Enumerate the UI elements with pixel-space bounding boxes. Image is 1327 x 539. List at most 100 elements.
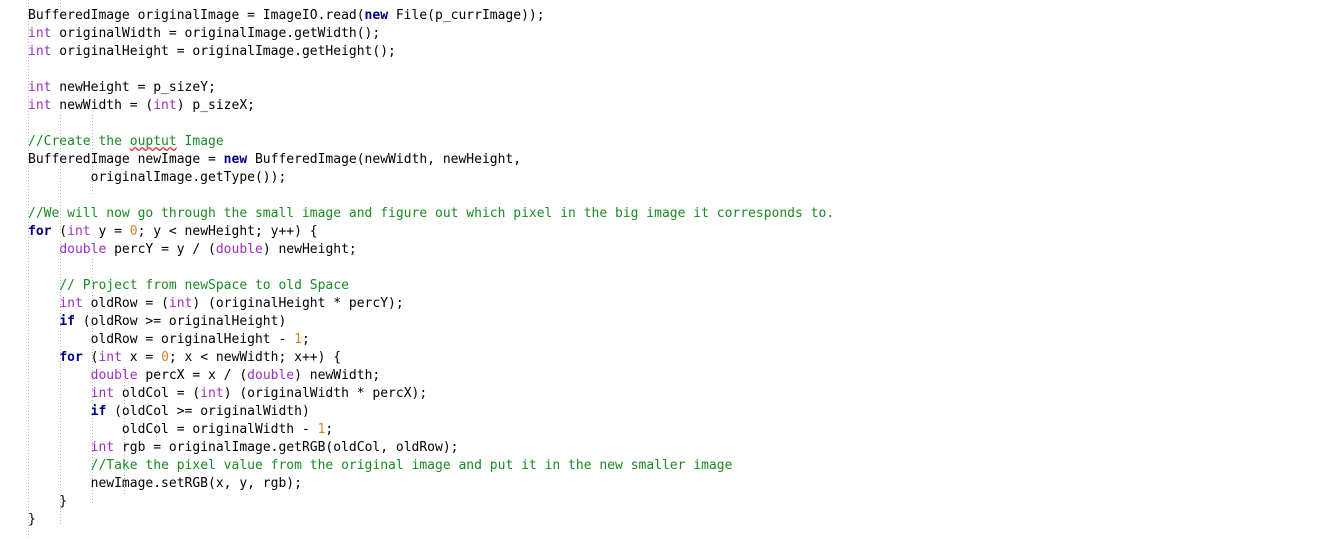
code-line[interactable]: newImage.setRGB(x, y, rgb); xyxy=(28,475,1327,493)
code-line[interactable]: int newHeight = p_sizeY; xyxy=(28,79,1327,97)
code-token-plain: BufferedImage newImage = xyxy=(28,152,224,167)
code-line[interactable]: if (oldRow >= originalHeight) xyxy=(28,313,1327,331)
code-token-type: int xyxy=(90,440,115,455)
code-token-number: 1 xyxy=(294,332,302,347)
code-token-plain: BufferedImage originalImage = ImageIO.re… xyxy=(28,8,365,23)
code-token-plain: } xyxy=(28,494,68,509)
code-line[interactable]: int originalWidth = originalImage.getWid… xyxy=(28,25,1327,43)
code-token-comment: //Take the pixel value from the original… xyxy=(90,458,733,473)
code-token-plain: newImage.setRGB(x, y, rgb); xyxy=(28,476,302,491)
code-token-type: double xyxy=(247,368,295,383)
code-token-number: 0 xyxy=(129,224,138,239)
code-line[interactable]: int originalHeight = originalImage.getHe… xyxy=(28,43,1327,61)
code-token-plain: oldRow = ( xyxy=(82,296,169,311)
code-token-plain: oldRow = originalHeight - xyxy=(28,332,295,347)
code-token-plain: ) (originalWidth * percX); xyxy=(223,386,428,401)
code-token-plain: newHeight = p_sizeY; xyxy=(51,80,216,95)
code-token-comment: Image xyxy=(176,134,224,149)
code-token-plain: ( xyxy=(51,224,68,239)
code-line[interactable]: BufferedImage originalImage = ImageIO.re… xyxy=(28,7,1327,25)
code-token-plain: ) (originalHeight * percY); xyxy=(192,296,404,311)
code-token-plain: ; xyxy=(325,422,334,437)
code-token-type: int xyxy=(98,350,122,365)
code-token-type: int xyxy=(168,296,193,311)
code-line[interactable]: //Create the ouptut Image xyxy=(28,133,1327,151)
code-token-plain: (oldCol >= originalWidth) xyxy=(106,404,310,419)
code-token-plain: newWidth = ( xyxy=(51,98,154,113)
code-token-plain: percX = x / ( xyxy=(137,368,248,383)
code-token-plain: originalHeight = originalImage.getHeight… xyxy=(51,44,396,59)
code-token-keyword: if xyxy=(59,314,75,329)
code-line[interactable]: } xyxy=(28,493,1327,511)
code-line[interactable]: for (int y = 0; y < newHeight; y++) { xyxy=(28,223,1327,241)
code-token-type: int xyxy=(153,98,177,113)
code-token-plain: originalWidth = originalImage.getWidth()… xyxy=(51,26,381,41)
code-token-type: int xyxy=(200,386,224,401)
code-line[interactable]: originalImage.getType()); xyxy=(28,169,1327,187)
code-line[interactable]: int oldCol = (int) (originalWidth * perc… xyxy=(28,385,1327,403)
code-token-type: int xyxy=(28,26,52,41)
code-line[interactable] xyxy=(28,61,1327,79)
code-token-comment: // Project from newSpace to old Space xyxy=(59,278,349,293)
code-line[interactable]: oldCol = originalWidth - 1; xyxy=(28,421,1327,439)
code-line[interactable]: int newWidth = (int) p_sizeX; xyxy=(28,97,1327,115)
code-line[interactable]: //Take the pixel value from the original… xyxy=(28,457,1327,475)
code-line[interactable] xyxy=(28,259,1327,277)
code-token-plain: BufferedImage(newWidth, newHeight, xyxy=(247,152,522,167)
code-line[interactable] xyxy=(28,115,1327,133)
code-line[interactable]: int rgb = originalImage.getRGB(oldCol, o… xyxy=(28,439,1327,457)
code-token-keyword: for xyxy=(59,350,83,365)
code-token-type: double xyxy=(59,242,107,257)
code-token-type: int xyxy=(67,224,91,239)
code-token-plain: (oldRow >= originalHeight) xyxy=(74,314,287,329)
code-line[interactable]: double percX = x / (double) newWidth; xyxy=(28,367,1327,385)
code-token-plain: ; x < newWidth; x++) { xyxy=(168,350,342,365)
code-token-plain: rgb = originalImage.getRGB(oldCol, oldRo… xyxy=(114,440,459,455)
code-token-type: double xyxy=(215,242,263,257)
code-line[interactable]: } xyxy=(28,511,1327,529)
code-token-plain: } xyxy=(28,512,36,527)
code-line[interactable]: for (int x = 0; x < newWidth; x++) { xyxy=(28,349,1327,367)
code-line[interactable]: oldRow = originalHeight - 1; xyxy=(28,331,1327,349)
code-token-plain: oldCol = originalWidth - xyxy=(28,422,318,437)
code-token-comment: //Create the xyxy=(28,134,130,149)
code-editor[interactable]: BufferedImage originalImage = ImageIO.re… xyxy=(0,0,1327,539)
code-line[interactable]: // Project from newSpace to old Space xyxy=(28,277,1327,295)
code-line[interactable]: if (oldCol >= originalWidth) xyxy=(28,403,1327,421)
code-line[interactable]: int oldRow = (int) (originalHeight * per… xyxy=(28,295,1327,313)
code-text-area[interactable]: BufferedImage originalImage = ImageIO.re… xyxy=(28,7,1327,529)
code-token-plain: ) newWidth; xyxy=(294,368,381,383)
code-line[interactable] xyxy=(28,187,1327,205)
code-token-keyword: new xyxy=(223,152,248,167)
code-token-number: 0 xyxy=(161,350,169,365)
code-token-plain: x = xyxy=(121,350,162,365)
code-line[interactable]: BufferedImage newImage = new BufferedIma… xyxy=(28,151,1327,169)
code-token-keyword: new xyxy=(364,8,389,23)
code-token-plain: oldCol = ( xyxy=(114,386,201,401)
code-token-keyword: if xyxy=(90,404,107,419)
code-token-plain: File(p_currImage)); xyxy=(388,8,545,23)
code-token-keyword: for xyxy=(28,224,52,239)
code-line[interactable]: //We will now go through the small image… xyxy=(28,205,1327,223)
code-token-type: int xyxy=(90,386,115,401)
code-token-plain: ) newHeight; xyxy=(262,242,357,257)
code-token-plain: percY = y / ( xyxy=(106,242,216,257)
code-token-plain: ; xyxy=(301,332,310,347)
code-token-type: int xyxy=(59,296,83,311)
code-token-spell: ouptut xyxy=(129,134,177,149)
code-token-plain: ) p_sizeX; xyxy=(176,98,255,113)
code-line[interactable]: double percY = y / (double) newHeight; xyxy=(28,241,1327,259)
code-token-plain: y = xyxy=(90,224,130,239)
code-token-plain: ; y < newHeight; y++) { xyxy=(137,224,318,239)
code-token-type: int xyxy=(28,44,52,59)
code-token-comment: //We will now go through the small image… xyxy=(28,206,835,221)
